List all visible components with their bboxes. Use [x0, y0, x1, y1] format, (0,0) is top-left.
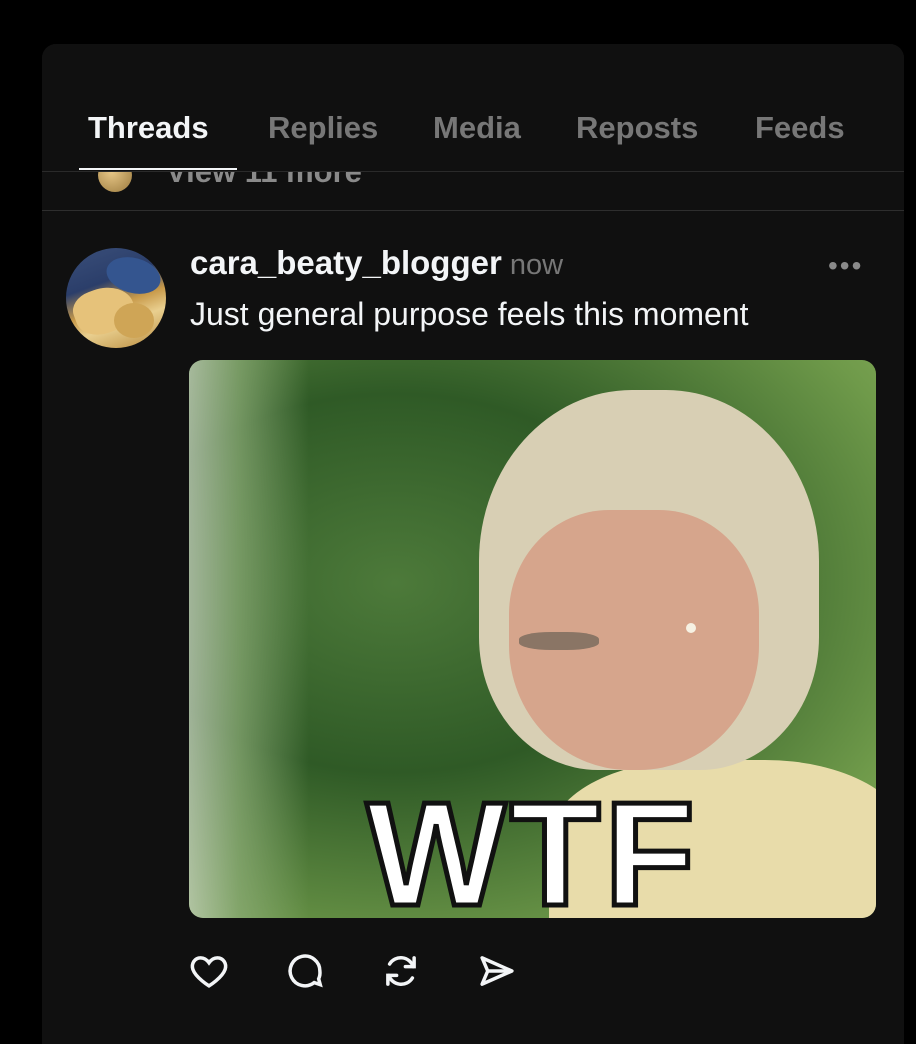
post-text: Just general purpose feels this moment: [190, 296, 749, 332]
username[interactable]: cara_beaty_blogger: [190, 244, 502, 281]
post-time: now: [509, 249, 564, 281]
active-tab-indicator: [79, 168, 237, 170]
profile-panel: View 11 more Threads Replies Media Repos…: [42, 44, 904, 1044]
tab-feeds[interactable]: Feeds: [755, 110, 845, 146]
post-media[interactable]: WTF: [189, 360, 876, 918]
media-caption: WTF: [364, 770, 699, 919]
comment-icon[interactable]: [284, 950, 328, 994]
heart-icon[interactable]: [188, 950, 232, 994]
more-icon[interactable]: •••: [828, 250, 863, 282]
tab-media[interactable]: Media: [433, 110, 521, 146]
tab-replies[interactable]: Replies: [268, 110, 378, 146]
tab-reposts[interactable]: Reposts: [576, 110, 698, 146]
repost-icon[interactable]: [380, 950, 424, 994]
profile-tabs: Threads Replies Media Reposts Feeds: [42, 44, 904, 172]
avatar[interactable]: [66, 248, 166, 348]
post-author[interactable]: cara_beaty_blogger now: [190, 244, 563, 282]
tab-threads[interactable]: Threads: [88, 110, 209, 146]
send-icon[interactable]: [476, 950, 520, 994]
